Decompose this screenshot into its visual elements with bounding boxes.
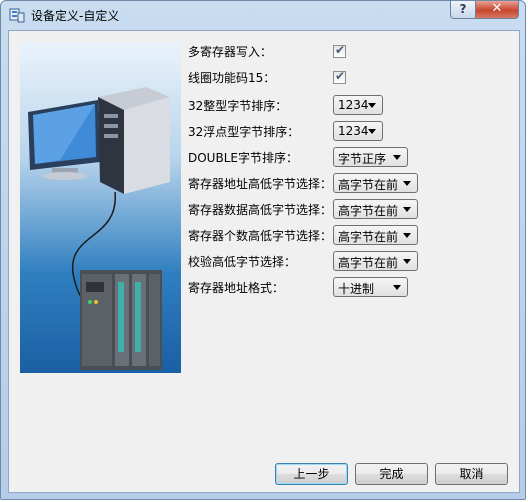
int32-byte-order-value: 1234 — [338, 98, 369, 112]
register-count-hilo-value: 高字节在前 — [338, 230, 399, 244]
chevron-down-icon — [393, 285, 401, 290]
register-address-format-select[interactable]: 十进制 — [333, 277, 408, 297]
chevron-down-icon — [403, 207, 411, 212]
register-data-hilo-select[interactable]: 高字节在前 — [333, 199, 418, 219]
double-byte-order-value: 字节正序 — [338, 152, 387, 166]
register-address-format-value: 十进制 — [338, 282, 375, 296]
dialog-window: 设备定义-自定义 ? ✕ 多寄存器写入： ✔ 线圈功能码15： ✔ 32整型字节… — [0, 0, 526, 500]
checksum-hilo-value: 高字节在前 — [338, 256, 399, 270]
checkmark-icon: ✔ — [335, 69, 346, 83]
chevron-down-icon — [393, 155, 401, 160]
banner-illustration — [20, 42, 181, 373]
device-definition-icon — [9, 8, 25, 23]
register-count-hilo-select[interactable]: 高字节在前 — [333, 225, 418, 245]
finish-button[interactable]: 完成 — [355, 463, 428, 485]
computer-tower-icon — [98, 87, 170, 194]
float32-byte-order-label: 32浮点型字节排序： — [188, 125, 300, 139]
help-icon: ? — [459, 2, 467, 16]
title-bar[interactable]: 设备定义-自定义 ? ✕ — [1, 1, 525, 29]
coil-function-15-label: 线圈功能码15： — [188, 71, 276, 85]
int32-byte-order-label: 32整型字节排序： — [188, 99, 288, 113]
prev-button[interactable]: 上一步 — [275, 463, 348, 485]
double-byte-order-select[interactable]: 字节正序 — [333, 147, 408, 167]
help-button[interactable]: ? — [450, 1, 476, 19]
checksum-hilo-select[interactable]: 高字节在前 — [333, 251, 418, 271]
double-byte-order-label: DOUBLE字节排序： — [188, 151, 298, 165]
computer-plc-illustration — [28, 87, 170, 370]
multi-register-write-checkbox[interactable]: ✔ — [333, 43, 346, 58]
checkmark-icon: ✔ — [335, 43, 346, 57]
int32-byte-order-select[interactable]: 1234 — [333, 95, 383, 115]
chevron-down-icon — [368, 129, 376, 134]
register-address-hilo-label: 寄存器地址高低字节选择： — [188, 177, 333, 191]
chevron-down-icon — [403, 181, 411, 186]
close-icon: ✕ — [491, 1, 503, 16]
float32-byte-order-value: 1234 — [338, 124, 369, 138]
dialog-client-area: 多寄存器写入： ✔ 线圈功能码15： ✔ 32整型字节排序： 1234 32浮点… — [8, 30, 520, 493]
register-address-hilo-value: 高字节在前 — [338, 178, 399, 192]
register-address-hilo-select[interactable]: 高字节在前 — [333, 173, 418, 193]
cancel-button[interactable]: 取消 — [435, 463, 508, 485]
multi-register-write-label: 多寄存器写入： — [188, 45, 273, 59]
close-button[interactable]: ✕ — [475, 1, 519, 19]
chevron-down-icon — [368, 103, 376, 108]
register-data-hilo-value: 高字节在前 — [338, 204, 399, 218]
register-count-hilo-label: 寄存器个数高低字节选择： — [188, 229, 333, 243]
monitor-icon — [28, 100, 100, 180]
register-data-hilo-label: 寄存器数据高低字节选择： — [188, 203, 333, 217]
plc-icon — [80, 270, 162, 370]
window-title: 设备定义-自定义 — [31, 9, 120, 23]
register-address-format-label: 寄存器地址格式： — [188, 281, 285, 295]
chevron-down-icon — [403, 233, 411, 238]
float32-byte-order-select[interactable]: 1234 — [333, 121, 383, 141]
chevron-down-icon — [403, 259, 411, 264]
checksum-hilo-label: 校验高低字节选择： — [188, 255, 297, 269]
coil-function-15-checkbox[interactable]: ✔ — [333, 69, 346, 84]
